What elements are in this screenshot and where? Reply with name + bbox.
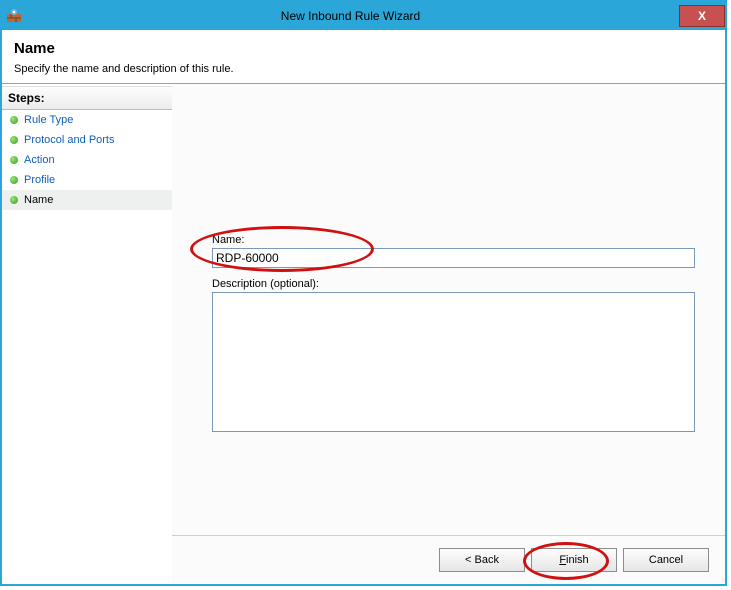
page-subtitle: Specify the name and description of this… <box>14 63 713 75</box>
step-protocol-and-ports[interactable]: Protocol and Ports <box>2 130 172 150</box>
finish-button-label: Finish <box>559 554 588 566</box>
bullet-icon <box>10 156 18 164</box>
rule-description-input[interactable] <box>212 292 695 432</box>
wizard-main-panel: Name: Description (optional): < Back Fin… <box>172 84 725 584</box>
step-label: Action <box>24 154 55 166</box>
back-button-label: < Back <box>465 554 499 566</box>
cancel-button-label: Cancel <box>649 554 683 566</box>
back-button[interactable]: < Back <box>439 548 525 572</box>
wizard-button-row: < Back Finish Cancel <box>439 548 709 572</box>
titlebar: New Inbound Rule Wizard X <box>2 2 725 30</box>
bullet-icon <box>10 196 18 204</box>
finish-button[interactable]: Finish <box>531 548 617 572</box>
step-action[interactable]: Action <box>2 150 172 170</box>
steps-sidebar: Steps: Rule Type Protocol and Ports Acti… <box>2 84 172 584</box>
step-name[interactable]: Name <box>2 190 172 210</box>
name-label: Name: <box>212 234 695 246</box>
step-label: Name <box>24 194 53 206</box>
close-icon: X <box>698 9 706 23</box>
cancel-button[interactable]: Cancel <box>623 548 709 572</box>
close-button[interactable]: X <box>679 5 725 27</box>
page-title: Name <box>14 40 713 57</box>
firewall-icon <box>6 8 22 24</box>
window-title: New Inbound Rule Wizard <box>22 9 679 23</box>
wizard-window: New Inbound Rule Wizard X Name Specify t… <box>0 0 727 586</box>
step-rule-type[interactable]: Rule Type <box>2 110 172 130</box>
step-label: Profile <box>24 174 55 186</box>
wizard-header: Name Specify the name and description of… <box>2 30 725 84</box>
bullet-icon <box>10 136 18 144</box>
step-label: Rule Type <box>24 114 73 126</box>
bullet-icon <box>10 116 18 124</box>
description-label: Description (optional): <box>212 278 695 290</box>
step-label: Protocol and Ports <box>24 134 115 146</box>
step-profile[interactable]: Profile <box>2 170 172 190</box>
button-separator <box>172 535 725 536</box>
rule-name-input[interactable] <box>212 248 695 268</box>
steps-heading: Steps: <box>2 86 172 110</box>
bullet-icon <box>10 176 18 184</box>
